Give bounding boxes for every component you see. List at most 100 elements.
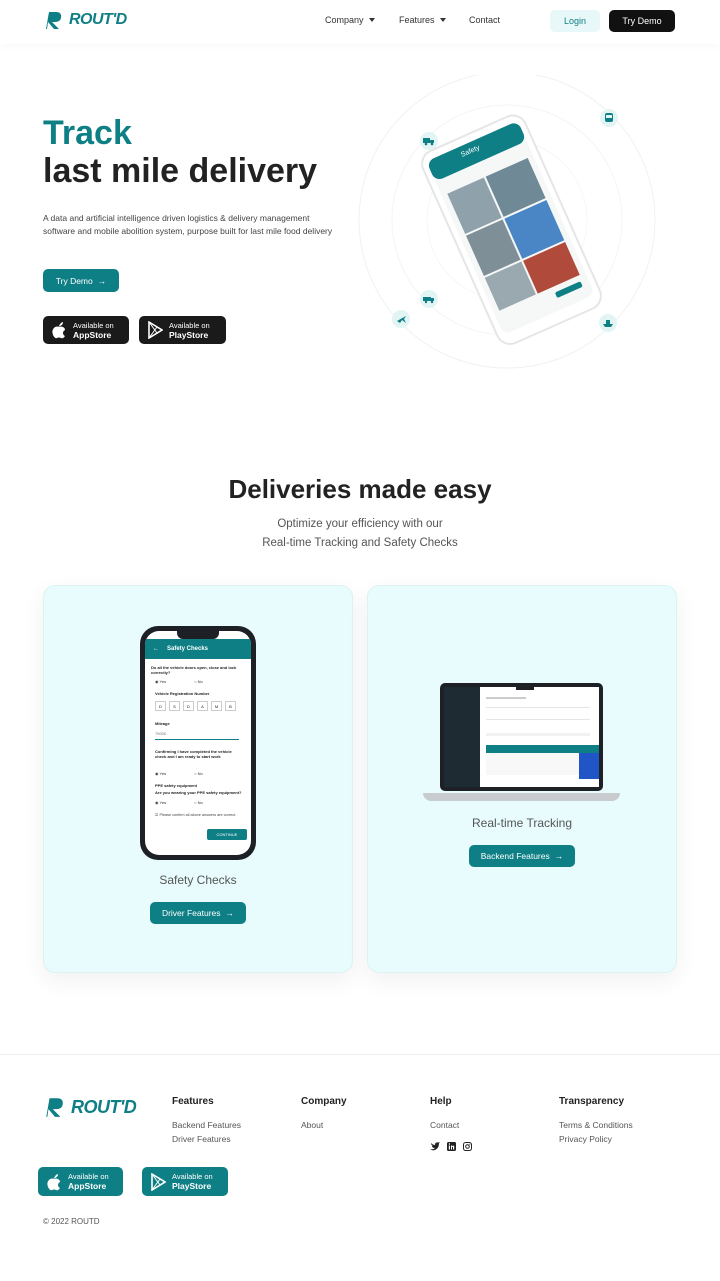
chevron-down-icon bbox=[439, 18, 446, 22]
reg-char: D bbox=[155, 701, 166, 711]
twitter-icon[interactable] bbox=[430, 1142, 440, 1151]
deliveries-title: Deliveries made easy bbox=[228, 474, 492, 504]
back-arrow-icon[interactable]: ← bbox=[153, 646, 159, 652]
arrow-right-icon: → bbox=[554, 851, 564, 861]
playstore-line2: PlayStore bbox=[169, 329, 209, 340]
reg-char: D bbox=[183, 701, 194, 711]
ppe-question: Are you wearing your PPE safety equipmen… bbox=[155, 790, 242, 795]
nav-contact-label: Contact bbox=[469, 15, 501, 25]
hero-try-demo-button[interactable]: Try Demo → bbox=[43, 269, 119, 292]
plane-icon bbox=[392, 310, 410, 328]
hero-try-demo-label: Try Demo bbox=[55, 275, 93, 286]
reg-char: M bbox=[211, 701, 222, 711]
radio-no[interactable]: ○ No bbox=[194, 679, 203, 684]
logo-icon bbox=[46, 12, 62, 29]
nav-company[interactable]: Company bbox=[325, 15, 375, 25]
brand-logo[interactable]: ROUT'D bbox=[43, 10, 127, 30]
footer-heading-help: Help bbox=[430, 1096, 452, 1107]
radio-no[interactable]: ○ No bbox=[194, 771, 203, 776]
safety-screen-title: Safety Checks bbox=[167, 646, 209, 652]
laptop-base bbox=[423, 793, 620, 801]
logo-text: ROUT'D bbox=[69, 11, 127, 28]
radio-yes-label: Yes bbox=[159, 679, 167, 684]
arrow-right-icon: → bbox=[97, 275, 107, 286]
backend-features-button[interactable]: Backend Features → bbox=[469, 845, 575, 867]
hero-title-line1: Track bbox=[43, 114, 132, 152]
radio-no-label: No bbox=[197, 771, 203, 776]
play-icon bbox=[148, 321, 163, 339]
play-icon bbox=[151, 1172, 166, 1191]
social-links bbox=[430, 1142, 472, 1151]
reg-char: S bbox=[169, 701, 180, 711]
van-icon bbox=[420, 290, 438, 308]
playstore-badge[interactable]: Available on PlayStore bbox=[139, 316, 226, 344]
laptop-mockup bbox=[440, 683, 603, 791]
footer-link-terms[interactable]: Terms & Conditions bbox=[559, 1120, 633, 1130]
linkedin-icon[interactable] bbox=[447, 1142, 456, 1151]
realtime-tracking-label: Real-time Tracking bbox=[471, 816, 573, 830]
appstore-line1: Available on bbox=[73, 320, 114, 330]
footer-appstore-line2: AppStore bbox=[68, 1181, 107, 1191]
radio-yes[interactable]: ◉ Yes bbox=[155, 771, 166, 776]
nav-contact[interactable]: Contact bbox=[469, 15, 500, 25]
chevron-down-icon bbox=[368, 18, 375, 22]
footer-appstore-line1: Available on bbox=[68, 1172, 109, 1181]
footer-logo-text: ROUT'D bbox=[71, 1096, 137, 1117]
mileage-input[interactable]: 75000 bbox=[155, 731, 239, 740]
appstore-badge[interactable]: Available on AppStore bbox=[43, 316, 129, 344]
safety-question-doors: Do all the vehicle doors open, close and… bbox=[151, 665, 237, 675]
agree-text: Please confirm all above answers are cor… bbox=[159, 813, 237, 817]
playstore-line1: Available on bbox=[169, 320, 210, 330]
radio-yes[interactable]: ◉ Yes bbox=[155, 679, 166, 684]
continue-button[interactable]: CONTINUE bbox=[207, 829, 247, 840]
try-demo-button[interactable]: Try Demo bbox=[609, 10, 675, 32]
ppe-label: PPE safety equipment bbox=[155, 783, 198, 788]
confirm-text: Confirming I have completed the vehicle … bbox=[155, 749, 232, 759]
nav-features-label: Features bbox=[399, 15, 435, 25]
radio-yes-label: Yes bbox=[159, 771, 167, 776]
reg-char: B bbox=[225, 701, 236, 711]
copyright: © 2022 ROUTD bbox=[43, 1217, 100, 1226]
reg-input[interactable]: D S D A M B bbox=[155, 701, 236, 711]
footer-divider bbox=[0, 1054, 720, 1055]
bus-icon bbox=[600, 109, 618, 127]
footer-link-backend-features[interactable]: Backend Features bbox=[172, 1120, 241, 1130]
radio-no-label: No bbox=[197, 800, 203, 805]
safety-phone-mockup: ← Safety Checks Do all the vehicle doors… bbox=[140, 626, 256, 860]
footer-heading-transparency: Transparency bbox=[559, 1096, 625, 1107]
hero-description: A data and artificial intelligence drive… bbox=[43, 213, 333, 236]
apple-icon bbox=[47, 1173, 60, 1190]
ship-icon bbox=[599, 314, 617, 332]
footer-playstore-line1: Available on bbox=[172, 1172, 213, 1181]
nav-company-label: Company bbox=[325, 15, 364, 25]
driver-features-button[interactable]: Driver Features → bbox=[150, 902, 246, 924]
footer-link-about[interactable]: About bbox=[301, 1120, 323, 1130]
nav-features[interactable]: Features bbox=[399, 15, 446, 25]
footer-appstore-badge[interactable]: Available on AppStore bbox=[38, 1167, 123, 1196]
truck-icon bbox=[420, 132, 438, 150]
deliveries-subtitle: Optimize your efficiency with our Real-t… bbox=[0, 515, 720, 553]
instagram-icon[interactable] bbox=[463, 1142, 472, 1151]
footer-playstore-line2: PlayStore bbox=[172, 1181, 212, 1191]
footer-link-privacy[interactable]: Privacy Policy bbox=[559, 1134, 612, 1144]
login-button[interactable]: Login bbox=[550, 10, 600, 32]
radio-no[interactable]: ○ No bbox=[194, 800, 203, 805]
deliveries-subtitle-line1: Optimize your efficiency with our bbox=[277, 518, 443, 530]
hero-title-line2: last mile delivery bbox=[43, 152, 318, 190]
agree-checkbox[interactable]: ☑ Please confirm all above answers are c… bbox=[155, 813, 241, 818]
driver-features-label: Driver Features bbox=[161, 908, 221, 918]
radio-yes-label: Yes bbox=[159, 800, 167, 805]
reg-char: A bbox=[197, 701, 208, 711]
radio-yes[interactable]: ◉ Yes bbox=[155, 800, 166, 805]
footer-link-contact[interactable]: Contact bbox=[430, 1120, 459, 1130]
reg-label: Vehicle Registration Number bbox=[155, 691, 210, 696]
deliveries-subtitle-line2: Real-time Tracking and Safety Checks bbox=[262, 537, 458, 549]
appstore-line2: AppStore bbox=[73, 329, 112, 340]
backend-features-label: Backend Features bbox=[480, 851, 550, 861]
arrow-right-icon: → bbox=[225, 908, 235, 918]
footer-logo[interactable]: ROUT'D bbox=[43, 1096, 137, 1118]
apple-icon bbox=[52, 322, 65, 339]
footer-link-driver-features[interactable]: Driver Features bbox=[172, 1134, 231, 1144]
footer-playstore-badge[interactable]: Available on PlayStore bbox=[142, 1167, 228, 1196]
mileage-label: Mileage bbox=[155, 721, 170, 726]
